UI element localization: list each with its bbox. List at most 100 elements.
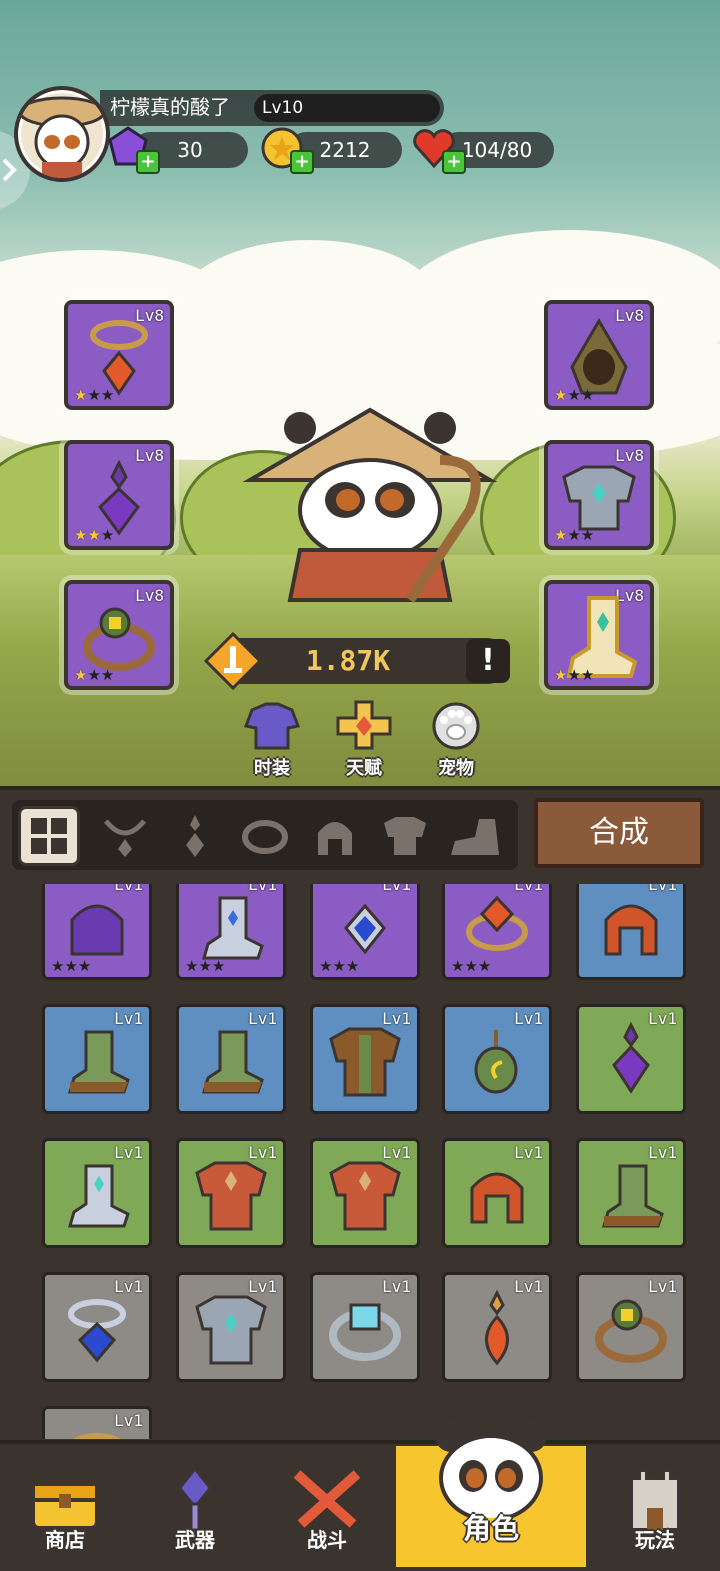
boots-icon xyxy=(202,896,264,960)
amulet-icon xyxy=(474,1030,518,1094)
slot-stars: ★★★ xyxy=(74,526,115,544)
inventory-item[interactable]: Lv1 xyxy=(576,1004,686,1114)
filter-all-button[interactable] xyxy=(18,806,80,866)
item-stars: ★★★ xyxy=(185,957,226,975)
nav-battle-label: 战斗 xyxy=(307,1528,347,1552)
nav-battle[interactable]: 战斗 xyxy=(262,1446,392,1567)
inventory-item[interactable]: Lv1 xyxy=(442,1138,552,1248)
equip-slot-armor[interactable]: Lv8 ★★★ xyxy=(544,440,654,550)
equip-slot-ring[interactable]: Lv8 ★★★ xyxy=(64,580,174,690)
pet-button[interactable]: 宠物 xyxy=(416,700,496,780)
inventory-item[interactable]: Lv1 xyxy=(310,1004,420,1114)
paw-icon xyxy=(432,702,480,750)
nav-shop[interactable]: 商店 xyxy=(0,1446,130,1567)
slot-stars: ★★★ xyxy=(554,386,595,404)
necklace-icon xyxy=(73,1433,121,1439)
armor-icon xyxy=(329,1027,401,1097)
amulet-icon xyxy=(186,815,204,857)
filter-necklace-button[interactable] xyxy=(94,806,156,866)
filter-amulet-button[interactable] xyxy=(164,806,226,866)
ring-icon xyxy=(329,1303,401,1362)
armor-icon xyxy=(384,817,426,855)
boots-icon xyxy=(68,1164,130,1228)
ring-icon xyxy=(595,1299,667,1364)
nav-play[interactable]: 玩法 xyxy=(590,1446,720,1567)
inventory-item[interactable]: Lv1 xyxy=(176,1138,286,1248)
player-level: Lv10 xyxy=(254,94,440,122)
fashion-button[interactable]: 时装 xyxy=(232,700,312,780)
inventory-item[interactable]: Lv1 xyxy=(576,1272,686,1382)
slot-stars: ★★★ xyxy=(554,666,595,684)
armor-icon xyxy=(195,1161,267,1231)
coin-count: 2212 xyxy=(319,138,371,162)
helmet-icon xyxy=(470,1172,524,1224)
necklace-icon xyxy=(68,1299,126,1363)
equip-slot-helmet[interactable]: Lv8 ★★★ xyxy=(544,300,654,410)
inventory-item[interactable]: Lv1 xyxy=(576,884,686,980)
shirt-icon xyxy=(243,702,301,750)
inventory-item[interactable]: Lv1 xyxy=(176,1004,286,1114)
inventory-item[interactable]: Lv1 ★★★ xyxy=(176,884,286,980)
equip-slot-amulet[interactable]: Lv8 ★★★ xyxy=(64,440,174,550)
craft-button[interactable]: 合成 xyxy=(534,798,704,868)
equip-slot-necklace[interactable]: Lv8 ★★★ xyxy=(64,300,174,410)
item-stars: ★★★ xyxy=(51,957,92,975)
necklace-icon xyxy=(466,895,528,952)
add-gems-button[interactable]: + xyxy=(136,150,160,174)
inventory-item[interactable]: Lv1 ★★★ xyxy=(42,884,152,980)
helmet-icon xyxy=(318,822,352,855)
panda-character[interactable] xyxy=(240,400,500,610)
boots-icon xyxy=(202,1030,264,1094)
fashion-label: 时装 xyxy=(254,758,290,779)
nav-weapon-label: 武器 xyxy=(175,1528,215,1552)
inventory-item[interactable]: Lv1 xyxy=(42,1138,152,1248)
filter-helmet-button[interactable] xyxy=(304,806,366,866)
panda-face-icon xyxy=(435,1420,547,1518)
inventory-item[interactable]: Lv1 ★★★ xyxy=(310,884,420,980)
inventory-item[interactable]: Lv1 xyxy=(576,1138,686,1248)
power-value: 1.87K xyxy=(305,644,391,677)
inventory-item[interactable]: Lv1 xyxy=(42,1004,152,1114)
inventory-item[interactable]: Lv1 xyxy=(442,1004,552,1114)
talent-button[interactable]: 天赋 xyxy=(324,700,404,780)
boots-icon xyxy=(451,819,499,855)
inventory-item[interactable]: Lv1 ★★★ xyxy=(442,884,552,980)
grid-icon xyxy=(31,818,67,854)
inventory-item[interactable]: Lv1 xyxy=(176,1272,286,1382)
helmet-icon xyxy=(70,904,124,956)
amulet-icon xyxy=(612,1021,650,1094)
nav-character-label: 角色 xyxy=(462,1512,519,1545)
ring-icon xyxy=(242,820,288,854)
filter-ring-button[interactable] xyxy=(234,806,296,866)
necklace-icon xyxy=(344,903,386,955)
inventory-grid: Lv1 ★★★ Lv1 ★★★ Lv1 ★★★ Lv1 ★★★ Lv1 Lv1 … xyxy=(0,884,720,1439)
inventory-item[interactable]: Lv1 xyxy=(42,1272,152,1382)
boots-icon xyxy=(602,1164,664,1228)
nav-character[interactable]: 角色 xyxy=(396,1420,586,1567)
talent-label: 天赋 xyxy=(346,758,382,779)
talent-cross-icon xyxy=(336,700,392,750)
add-hearts-button[interactable]: + xyxy=(442,150,466,174)
helmet-icon xyxy=(604,904,658,956)
pet-label: 宠物 xyxy=(438,758,474,779)
inventory-item[interactable]: Lv1 xyxy=(310,1138,420,1248)
filter-boots-button[interactable] xyxy=(444,806,506,866)
add-coins-button[interactable]: + xyxy=(290,150,314,174)
heart-count: 104/80 xyxy=(461,138,533,162)
filter-armor-button[interactable] xyxy=(374,806,436,866)
power-info-button[interactable]: ! xyxy=(466,639,510,683)
nav-play-label: 玩法 xyxy=(635,1528,675,1552)
item-stars: ★★★ xyxy=(451,957,492,975)
player-avatar[interactable] xyxy=(14,86,110,182)
nav-weapon[interactable]: 武器 xyxy=(130,1446,260,1567)
inventory-item[interactable]: Lv1 xyxy=(42,1406,152,1439)
equip-slot-boots[interactable]: Lv8 ★★★ xyxy=(544,580,654,690)
armor-icon xyxy=(195,1295,267,1365)
armor-icon xyxy=(329,1161,401,1231)
inventory-item[interactable]: Lv1 xyxy=(442,1272,552,1382)
player-name: 柠檬真的酸了 xyxy=(110,95,230,119)
nav-shop-label: 商店 xyxy=(45,1528,85,1552)
inventory-item[interactable]: Lv1 xyxy=(310,1272,420,1382)
slot-stars: ★★★ xyxy=(74,386,115,404)
amulet-icon xyxy=(485,1289,509,1366)
